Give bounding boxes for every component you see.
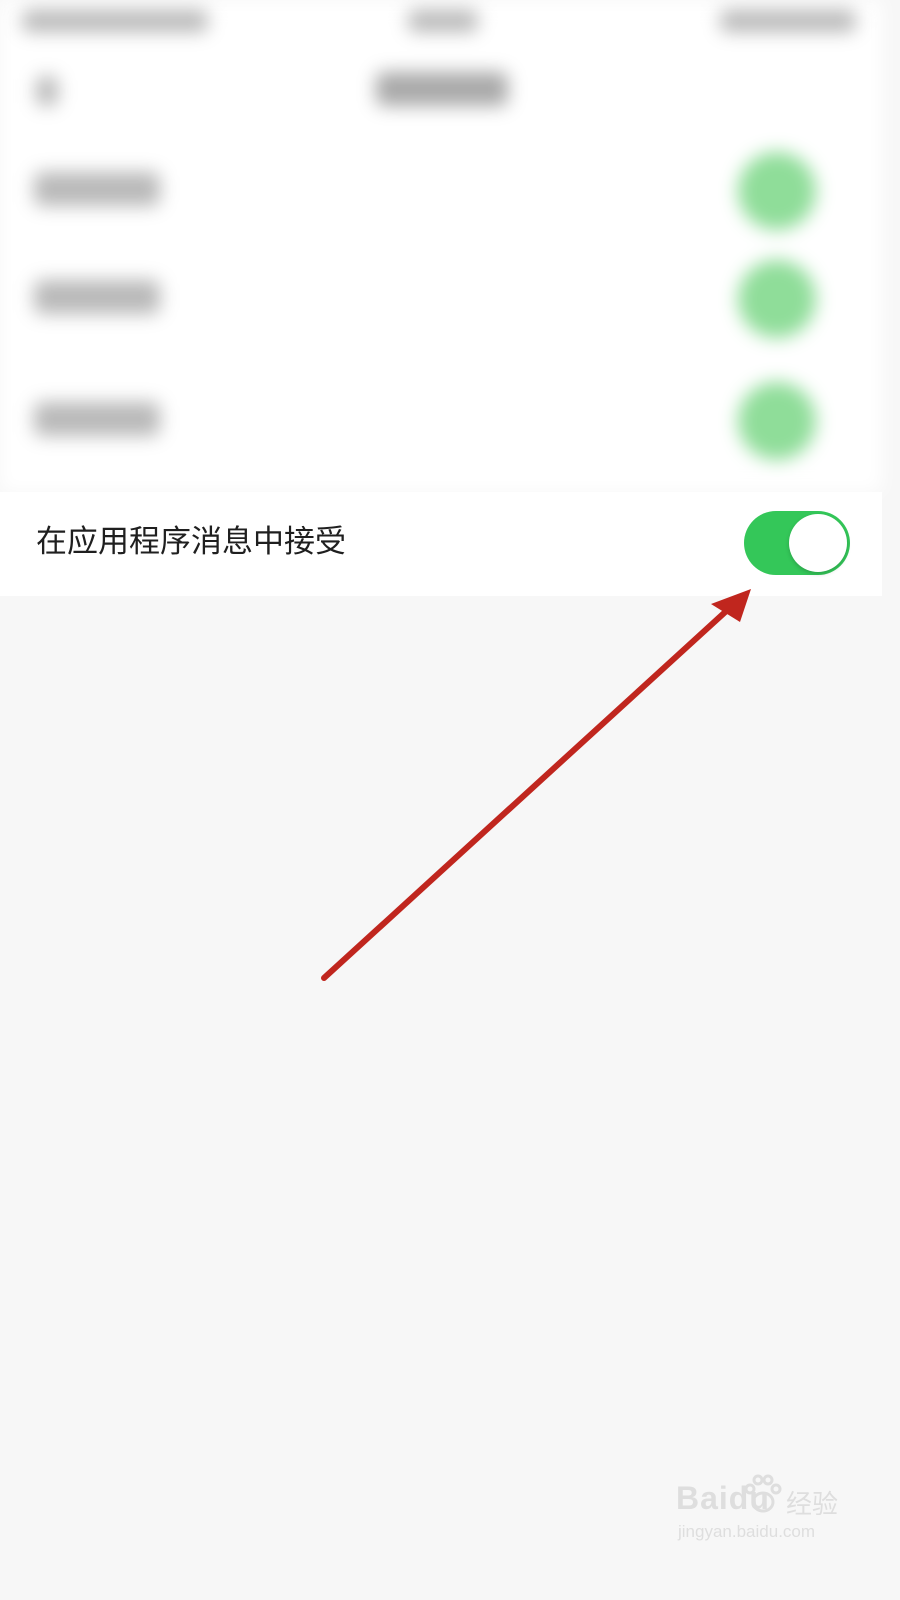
status-bar-left-placeholder [22,10,208,32]
setting-row-label: 在应用程序消息中接受 [36,524,346,560]
setting-row-1-label-placeholder [34,172,160,206]
status-bar-right-placeholder [720,10,856,32]
watermark-brand-cn: 经验 [786,1490,839,1520]
setting-row-2-toggle[interactable] [738,260,816,338]
blurred-background-region [0,0,882,492]
setting-row-1-toggle[interactable] [738,152,816,230]
nav-title-placeholder [376,72,508,106]
toggle-knob [789,514,847,572]
baidu-watermark: Baidu 经验 jingyan.baidu.com [676,1474,856,1554]
paw-icon [744,1474,782,1513]
receive-in-app-messages-toggle[interactable] [744,511,850,575]
setting-row-3-label-placeholder [34,402,160,436]
setting-row-receive-in-app-messages[interactable]: 在应用程序消息中接受 [0,492,882,596]
back-icon[interactable] [36,76,58,106]
watermark-url: jingyan.baidu.com [678,1522,816,1541]
setting-row-3-toggle[interactable] [738,382,816,460]
setting-row-2-label-placeholder [34,280,160,314]
status-bar-center-placeholder [408,10,478,32]
screen: 在应用程序消息中接受 Baidu 经验 jingyan.baidu.com [0,0,882,1568]
